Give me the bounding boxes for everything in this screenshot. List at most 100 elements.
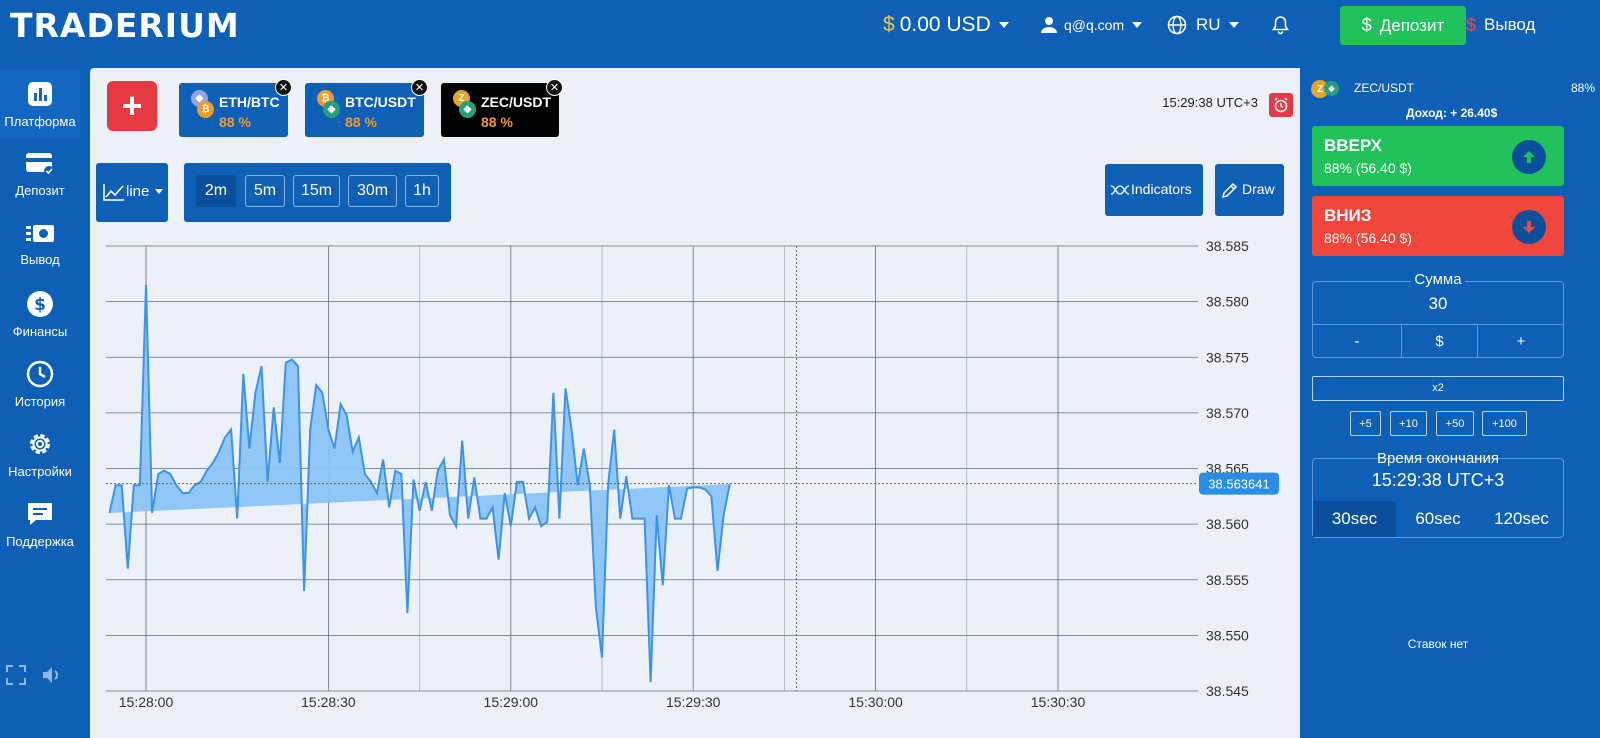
x-tick-label: 15:29:30 (666, 694, 721, 710)
sidebar-item-history[interactable]: История (0, 349, 80, 419)
current-price-label: 38.563641 (1208, 477, 1269, 492)
sidebar-item-label: Депозит (15, 182, 65, 198)
amount-plus-button[interactable]: + (1478, 325, 1564, 358)
balance-dropdown[interactable]: $ 0.00 USD (883, 0, 1009, 50)
deposit-button[interactable]: $ Депозит (1340, 6, 1466, 45)
clock-icon (26, 360, 54, 387)
balance-value: 0.00 USD (899, 13, 991, 36)
top-bar: TRADERIUM $ 0.00 USD q@q.com RU $ Депози… (0, 0, 1600, 66)
timeframe-selector: 2m 5m 15m 30m 1h (184, 163, 451, 222)
chart-type-dropdown[interactable]: line (96, 163, 168, 222)
y-tick-label: 38.580 (1206, 294, 1249, 310)
sound-icon[interactable] (41, 664, 63, 686)
amount-minus-button[interactable]: - (1313, 325, 1401, 358)
trade-panel: Z ◆ ZEC/USDT 88% Доход: + 26.40$ ВВЕРХ 8… (1300, 66, 1600, 738)
timeframe-2m[interactable]: 2m (196, 175, 236, 207)
down-button[interactable]: ВНИЗ 88% (56.40 $) (1312, 196, 1564, 256)
up-payout: 88% (56.40 $) (1324, 160, 1412, 176)
sidebar-item-support[interactable]: Поддержка (0, 489, 80, 559)
fullscreen-icon[interactable] (5, 664, 27, 686)
close-icon[interactable]: ✕ (546, 79, 563, 96)
quick-add-100[interactable]: +100 (1482, 411, 1527, 436)
duration-30sec[interactable]: 30sec (1313, 501, 1396, 537)
logo: TRADERIUM (10, 6, 240, 45)
timeframe-1h[interactable]: 1h (405, 175, 439, 207)
up-button[interactable]: ВВЕРХ 88% (56.40 $) (1312, 126, 1564, 186)
account-dropdown[interactable]: q@q.com (1040, 0, 1143, 50)
close-icon[interactable]: ✕ (275, 79, 292, 96)
quick-add-50[interactable]: +50 (1436, 411, 1474, 436)
multiplier-button[interactable]: x2 (1312, 376, 1564, 401)
alarm-clock-icon[interactable] (1269, 93, 1293, 117)
no-bets-text: Ставок нет (1407, 637, 1469, 651)
price-chart[interactable]: 38.58538.58038.57538.57038.56538.56038.5… (90, 236, 1322, 738)
y-tick-label: 38.570 (1206, 405, 1249, 421)
timeframe-30m[interactable]: 30m (348, 175, 397, 207)
sidebar-item-label: Финансы (12, 323, 68, 339)
chat-icon (28, 502, 52, 525)
sidebar-item-label: История (14, 393, 66, 409)
tab-asset-name: ETH/BTC (219, 94, 280, 110)
sidebar-item-label: Поддержка (6, 533, 74, 549)
selected-pair: ZEC/USDT (1354, 81, 1414, 95)
tab-btc-usdt[interactable]: ₿ ◆ BTC/USDT 88 % ✕ (305, 79, 428, 137)
server-clock: 15:29:38 UTC+3 (1162, 95, 1258, 110)
expiry-label: Время окончания (1377, 450, 1499, 467)
y-tick-label: 38.575 (1206, 349, 1249, 365)
arrow-down-icon (1512, 210, 1546, 244)
indicators-button[interactable]: Indicators (1105, 164, 1203, 216)
tab-payout: 88 % (481, 114, 513, 130)
income-text: Доход: + 26.40$ (1406, 106, 1498, 120)
tab-asset-name: ZEC/USDT (481, 94, 551, 110)
duration-60sec[interactable]: 60sec (1396, 501, 1480, 537)
sidebar-item-withdraw[interactable]: Вывод (0, 209, 80, 279)
currency-button[interactable]: $ (1401, 325, 1478, 358)
language-dropdown[interactable]: RU (1167, 0, 1239, 50)
notifications-button[interactable] (1272, 0, 1289, 50)
x-tick-label: 15:29:00 (484, 694, 539, 710)
add-asset-button[interactable]: + (107, 81, 157, 131)
y-tick-label: 38.555 (1206, 572, 1249, 588)
sidebar-item-label: Настройки (8, 463, 72, 479)
sidebar-item-finance[interactable]: $ Финансы (0, 279, 80, 349)
draw-button[interactable]: Draw (1215, 164, 1284, 216)
language-code: RU (1196, 15, 1221, 34)
quick-add-5[interactable]: +5 (1350, 411, 1381, 436)
draw-label: Draw (1242, 181, 1275, 197)
y-tick-label: 38.545 (1206, 683, 1249, 699)
tab-zec-usdt[interactable]: Z ◆ ZEC/USDT 88 % ✕ (441, 79, 563, 137)
duration-120sec[interactable]: 120sec (1480, 501, 1563, 537)
user-icon (1041, 17, 1057, 33)
dollar-circle-icon: $ (27, 290, 53, 317)
x-tick-label: 15:28:00 (119, 694, 174, 710)
x-tick-label: 15:30:30 (1031, 694, 1086, 710)
timeframe-5m[interactable]: 5m (245, 175, 285, 207)
btc-coin-icon: ₿ (197, 101, 214, 118)
line-chart-icon (103, 184, 124, 201)
x-tick-label: 15:30:00 (848, 694, 903, 710)
y-tick-label: 38.550 (1206, 627, 1249, 643)
svg-text:$: $ (34, 295, 46, 315)
close-icon[interactable]: ✕ (411, 79, 428, 96)
down-label: ВНИЗ (1324, 206, 1372, 225)
sidebar-item-settings[interactable]: Настройки (0, 419, 80, 489)
y-tick-label: 38.560 (1206, 516, 1249, 532)
tab-eth-btc[interactable]: ◆ ₿ ETH/BTC 88 % ✕ (179, 79, 292, 137)
pencil-icon (1221, 182, 1238, 199)
gear-icon (30, 433, 50, 454)
trading-area: + ◆ ₿ ETH/BTC 88 % ✕ ₿ ◆ BTC/USDT 88 % ✕… (90, 68, 1322, 738)
up-label: ВВЕРХ (1324, 136, 1382, 155)
withdraw-button[interactable]: $ Вывод (1466, 0, 1535, 50)
indicators-icon (1110, 185, 1130, 195)
quick-add-10[interactable]: +10 (1390, 411, 1427, 436)
amount-input[interactable]: 30 (1313, 294, 1563, 314)
chart-type-label: line (126, 183, 150, 200)
sidebar-item-platform[interactable]: Платформа (0, 69, 80, 139)
chevron-down-icon (1132, 22, 1143, 28)
withdraw-label: Вывод (1484, 15, 1536, 34)
usdt-coin-icon: ◆ (1324, 81, 1339, 96)
timeframe-15m[interactable]: 15m (293, 175, 340, 207)
dollar-icon: $ (1361, 15, 1372, 35)
sidebar-item-deposit[interactable]: Депозит (0, 139, 80, 209)
chevron-down-icon (998, 22, 1009, 28)
